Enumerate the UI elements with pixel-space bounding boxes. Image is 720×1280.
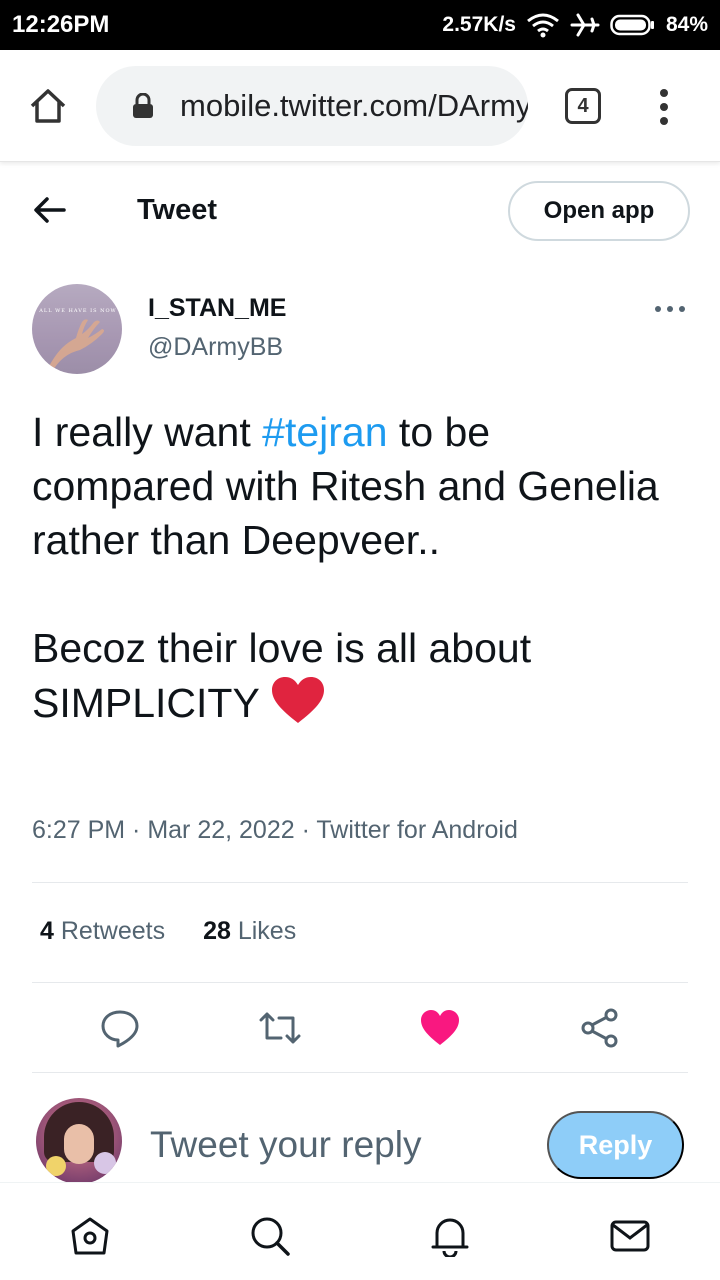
like-icon[interactable] <box>420 1008 460 1048</box>
status-bar: 12:26PM 2.57K/s 84% <box>0 0 720 50</box>
reply-icon[interactable] <box>100 1008 140 1048</box>
avatar-badge <box>94 1152 116 1174</box>
wifi-icon <box>526 12 560 38</box>
back-arrow-icon[interactable] <box>32 195 68 225</box>
browser-toolbar: mobile.twitter.com/DArmyBB 4 <box>0 50 720 162</box>
retweet-icon[interactable] <box>259 1008 301 1048</box>
tweet-paragraph-1: I really want #tejran to be compared wit… <box>32 405 672 567</box>
search-icon[interactable] <box>249 1215 291 1257</box>
more-vert-icon[interactable] <box>656 88 672 128</box>
hashtag-link[interactable]: #tejran <box>262 409 387 455</box>
retweets-label: Retweets <box>60 917 166 945</box>
more-options-icon[interactable] <box>654 302 686 314</box>
reply-input[interactable]: Tweet your reply <box>150 1124 421 1166</box>
bottom-nav <box>0 1182 720 1280</box>
tweet-text-part: I really want <box>32 409 263 455</box>
page-title: Tweet <box>137 194 218 226</box>
hand-image <box>46 319 104 372</box>
status-right: 2.57K/s 84% <box>442 12 708 38</box>
lock-icon <box>132 92 154 119</box>
tweet-metadata: 6:27 PM · Mar 22, 2022 · Twitter for And… <box>32 816 518 844</box>
retweets-count: 4 <box>40 917 54 945</box>
author-name[interactable]: I_STAN_ME <box>148 294 286 323</box>
tweet-text: I really want #tejran to be compared wit… <box>32 405 672 730</box>
status-time: 12:26PM <box>12 11 110 38</box>
avatar-face <box>64 1124 94 1164</box>
divider <box>32 1072 688 1073</box>
messages-icon[interactable] <box>609 1215 651 1257</box>
battery-icon <box>610 14 656 36</box>
open-app-button[interactable]: Open app <box>508 181 690 241</box>
divider <box>32 982 688 983</box>
author-avatar[interactable]: ALL WE HAVE IS NOW <box>32 284 122 374</box>
avatar-badge <box>46 1156 66 1176</box>
notifications-icon[interactable] <box>429 1215 471 1259</box>
tweet-paragraph-2: Becoz their love is all about SIMPLICITY <box>32 621 672 730</box>
network-speed: 2.57K/s <box>442 13 516 36</box>
home-icon[interactable] <box>69 1215 111 1257</box>
url-bar[interactable]: mobile.twitter.com/DArmyBB <box>96 66 528 146</box>
retweets-stat[interactable]: 4 Retweets <box>40 917 165 946</box>
tweet-header: Tweet Open app <box>0 163 720 259</box>
author-handle[interactable]: @DArmyBB <box>148 333 283 362</box>
divider <box>32 882 688 883</box>
user-avatar[interactable] <box>36 1098 122 1184</box>
url-text: mobile.twitter.com/DArmyBB <box>180 88 528 123</box>
reply-button[interactable]: Reply <box>547 1111 684 1179</box>
battery-level: 84% <box>665 13 708 36</box>
share-icon[interactable] <box>580 1008 620 1048</box>
likes-count: 28 <box>203 917 231 945</box>
tabs-button[interactable]: 4 <box>565 88 601 124</box>
red-heart-emoji <box>270 675 326 725</box>
airplane-icon <box>570 12 600 38</box>
likes-stat[interactable]: 28 Likes <box>203 917 296 946</box>
tweet-stats: 4 Retweets 28 Likes <box>40 917 296 946</box>
home-icon[interactable] <box>28 86 68 126</box>
likes-label: Likes <box>237 917 297 945</box>
